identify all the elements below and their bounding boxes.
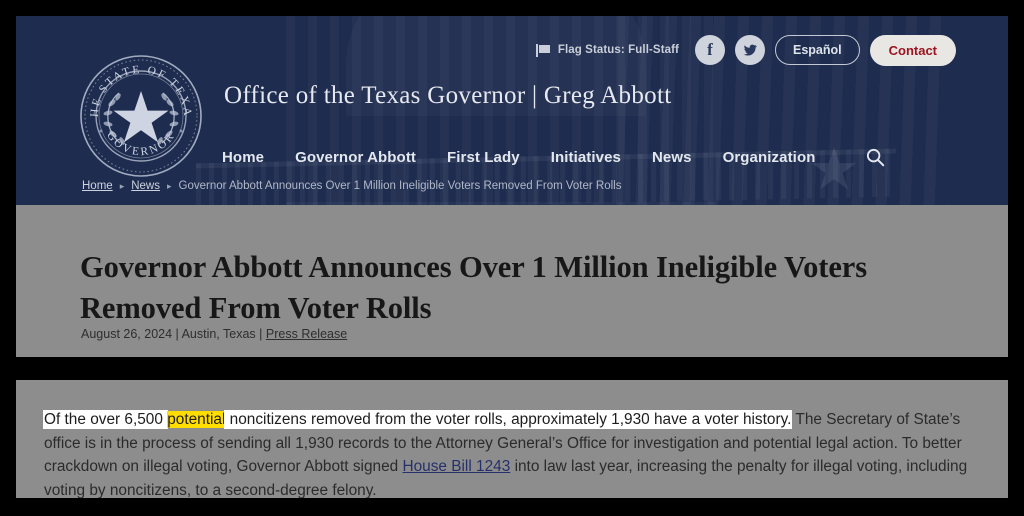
page-title: Governor Abbott Announces Over 1 Million…	[80, 250, 867, 326]
breadcrumb-home[interactable]: Home	[82, 180, 113, 192]
twitter-icon[interactable]	[734, 35, 765, 65]
meta-separator: |	[255, 327, 266, 341]
selected-text-part1: Of the over 6,500	[44, 411, 168, 429]
article-location: Austin, Texas	[181, 327, 256, 341]
breadcrumb-separator-icon: ▸	[166, 180, 172, 191]
contact-button[interactable]: Contact	[869, 34, 956, 66]
selected-text-part2: noncitizens removed from the voter rolls…	[225, 411, 792, 429]
nav-item-news[interactable]: News	[652, 149, 692, 166]
espanol-button[interactable]: Español	[774, 35, 860, 65]
body-paragraph: Of the over 6,500 potential noncitizens …	[44, 408, 974, 498]
breadcrumb-current: Governor Abbott Announces Over 1 Million…	[178, 180, 622, 192]
site-title: Office of the Texas Governor | Greg Abbo…	[224, 82, 672, 109]
nav-item-home[interactable]: Home	[222, 149, 264, 166]
meta-separator: |	[172, 327, 182, 341]
site-header: ★ Flag Status: Full-Staff f Español Cont…	[16, 16, 1008, 205]
house-bill-1243-link[interactable]: House Bill 1243	[402, 458, 510, 475]
nav-item-initiatives[interactable]: Initiatives	[551, 149, 621, 166]
article-header-section: Governor Abbott Announces Over 1 Million…	[16, 205, 1008, 357]
facebook-icon[interactable]: f	[694, 35, 725, 65]
highlighted-word: potential	[167, 411, 226, 429]
flag-icon	[535, 43, 551, 57]
article-date: August 26, 2024	[81, 327, 173, 341]
article-body-section: Of the over 6,500 potential noncitizens …	[16, 380, 1008, 498]
nav-item-first-lady[interactable]: First Lady	[447, 149, 520, 166]
press-release-link[interactable]: Press Release	[266, 327, 347, 341]
utility-bar: Flag Status: Full-Staff f Español Contac…	[535, 26, 956, 74]
facebook-glyph: f	[707, 40, 713, 59]
flag-status: Flag Status: Full-Staff	[535, 43, 679, 57]
breadcrumb-news[interactable]: News	[131, 180, 160, 192]
texas-governor-seal[interactable]: THE STATE OF TEXAS GOVERNOR	[73, 44, 204, 179]
main-navigation: Home Governor Abbott First Lady Initiati…	[222, 146, 886, 168]
breadcrumb-separator-icon: ▸	[119, 180, 125, 191]
search-icon[interactable]	[864, 146, 886, 168]
flag-status-label: Flag Status: Full-Staff	[557, 44, 679, 56]
nav-item-organization[interactable]: Organization	[723, 149, 816, 166]
breadcrumb: Home ▸ News ▸ Governor Abbott Announces …	[82, 180, 622, 192]
nav-item-governor-abbott[interactable]: Governor Abbott	[295, 149, 416, 166]
screenshot-root: ★ Flag Status: Full-Staff f Español Cont…	[0, 0, 1024, 516]
article-meta: August 26, 2024 | Austin, Texas | Press …	[81, 327, 347, 341]
